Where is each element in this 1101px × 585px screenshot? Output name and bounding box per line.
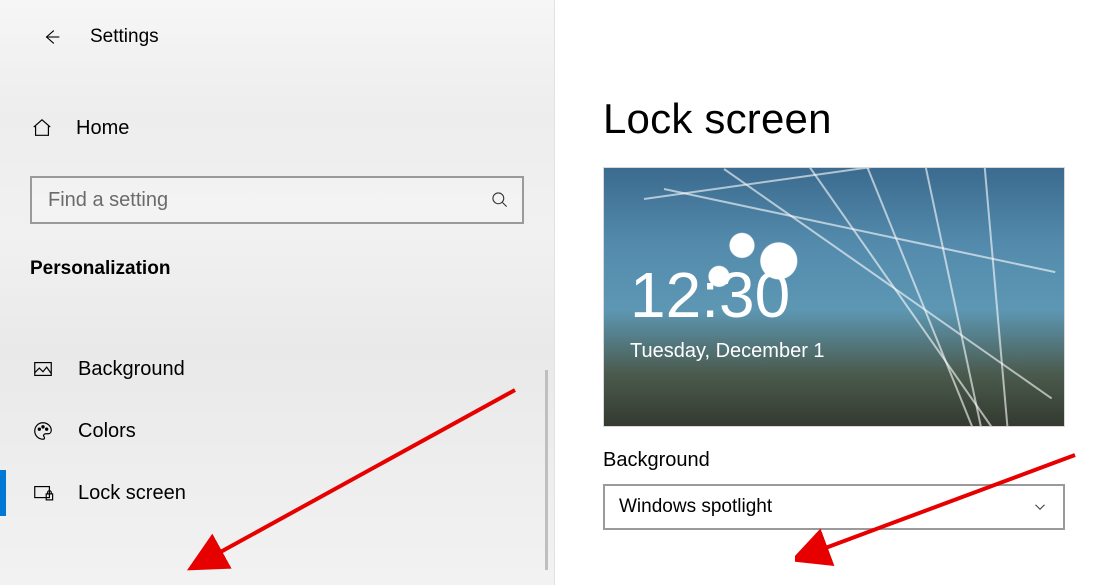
picture-icon [32, 358, 54, 380]
lock-screen-preview: 12:30 Tuesday, December 1 [603, 167, 1065, 427]
sidebar-item-label: Background [78, 358, 185, 381]
search-icon [490, 190, 510, 210]
nav-list: Background Colors [0, 338, 554, 524]
header-row: Settings [0, 0, 554, 56]
back-button[interactable] [32, 17, 72, 57]
background-dropdown-value: Windows spotlight [619, 496, 1031, 518]
scrollbar[interactable] [545, 370, 548, 570]
search-box[interactable] [30, 176, 524, 224]
main-content: Lock screen 12:30 Tuesday, December 1 Ba… [555, 0, 1101, 585]
sidebar: Settings Home Personalization [0, 0, 555, 585]
home-nav[interactable]: Home [0, 104, 554, 152]
sidebar-item-colors[interactable]: Colors [0, 400, 554, 462]
preview-time: 12:30 [630, 258, 790, 332]
background-dropdown[interactable]: Windows spotlight [603, 484, 1065, 530]
category-label: Personalization [30, 258, 554, 280]
page-title: Lock screen [603, 95, 1073, 143]
app-title: Settings [90, 26, 159, 48]
chevron-down-icon [1031, 498, 1049, 516]
lock-screen-icon [32, 482, 54, 504]
background-section-label: Background [603, 449, 1073, 472]
sidebar-item-label: Colors [78, 420, 136, 443]
preview-date: Tuesday, December 1 [630, 340, 825, 363]
sidebar-item-lock-screen[interactable]: Lock screen [0, 462, 554, 524]
sidebar-item-label: Lock screen [78, 482, 186, 505]
search-input[interactable] [48, 189, 490, 212]
home-icon [31, 117, 53, 139]
home-label: Home [76, 117, 129, 140]
back-arrow-icon [41, 26, 63, 48]
palette-icon [32, 420, 54, 442]
sidebar-item-background[interactable]: Background [0, 338, 554, 400]
